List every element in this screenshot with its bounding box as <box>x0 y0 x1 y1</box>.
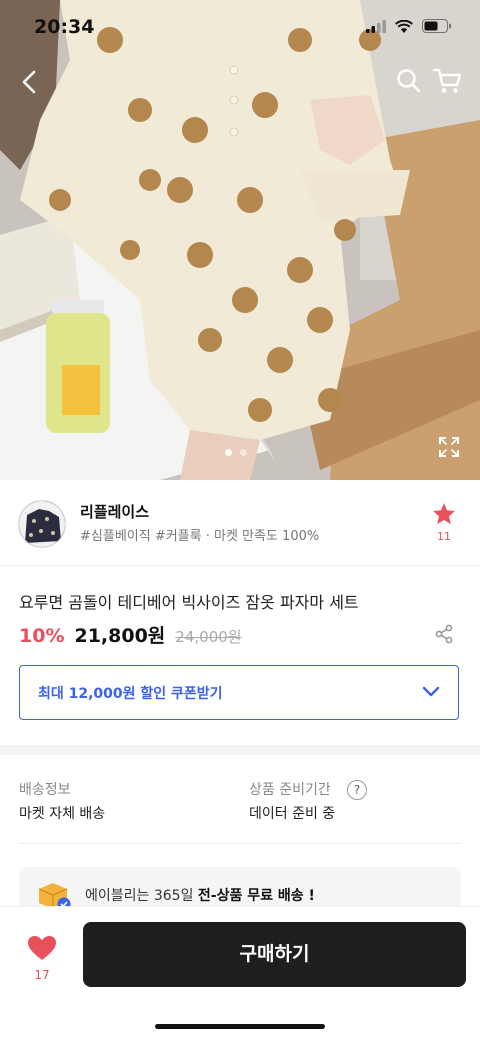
shipping-info-label: 배송정보 <box>19 782 71 798</box>
seller-favorite-button[interactable]: 11 <box>430 502 458 543</box>
seller-name[interactable]: 리플레이스 <box>80 501 149 522</box>
price-row: 10% 21,800원 24,000원 <box>19 621 242 648</box>
cart-icon[interactable] <box>432 66 464 96</box>
carousel-dot[interactable] <box>240 449 247 456</box>
seller-section[interactable]: 리플레이스 #심플베이직 #커플룩 · 마켓 만족도 100% 11 <box>0 480 480 566</box>
star-icon <box>433 503 455 524</box>
shipping-info-value: 마켓 자체 배송 <box>19 806 106 822</box>
seller-avatar[interactable] <box>18 500 66 548</box>
like-count: 17 <box>34 968 50 982</box>
original-price: 24,000원 <box>175 628 242 646</box>
discount-rate: 10% <box>19 625 65 647</box>
battery-icon <box>422 19 451 33</box>
seller-avatar-image <box>19 501 65 547</box>
product-title: 요루면 곰돌이 테디베어 빅사이즈 잠옷 파자마 세트 <box>19 593 359 612</box>
banner-text: 에이블리는 365일 전-상품 무료 배송 ! <box>85 885 315 905</box>
sale-price: 21,800원 <box>74 625 166 647</box>
signal-icon <box>366 19 386 33</box>
status-icons <box>366 19 452 33</box>
heart-icon <box>28 936 56 960</box>
prep-period-value: 데이터 준비 중 <box>249 806 336 822</box>
coupon-label: 최대 12,000원 할인 쿠폰받기 <box>38 686 223 702</box>
seller-favorite-count: 11 <box>437 530 451 543</box>
coupon-button[interactable]: 최대 12,000원 할인 쿠폰받기 <box>19 665 459 720</box>
share-icon[interactable] <box>434 624 454 644</box>
home-indicator <box>155 1024 325 1029</box>
carousel-dot-active[interactable] <box>225 449 232 456</box>
expand-icon[interactable] <box>438 436 460 458</box>
status-time: 20:34 <box>34 16 95 38</box>
back-icon[interactable] <box>16 66 44 98</box>
search-icon[interactable] <box>394 66 424 96</box>
seller-tags: #심플베이직 #커플룩 · 마켓 만족도 100% <box>80 529 320 544</box>
top-navigation <box>0 60 480 104</box>
banner-prefix: 에이블리는 365일 <box>85 888 198 904</box>
bottom-action-bar: 17 구매하기 <box>0 906 480 1039</box>
like-button[interactable]: 17 <box>24 935 60 982</box>
buy-button[interactable]: 구매하기 <box>83 922 466 987</box>
shipping-separator <box>19 843 461 844</box>
help-icon[interactable]: ? <box>347 780 367 800</box>
banner-highlight: 전-상품 무료 배송 ! <box>197 888 315 904</box>
chevron-down-icon <box>422 686 440 697</box>
wifi-icon <box>395 19 413 33</box>
status-bar: 20:34 <box>0 0 480 56</box>
prep-period-label: 상품 준비기간 <box>249 782 331 798</box>
section-divider <box>0 745 480 755</box>
carousel-dots <box>225 449 247 456</box>
